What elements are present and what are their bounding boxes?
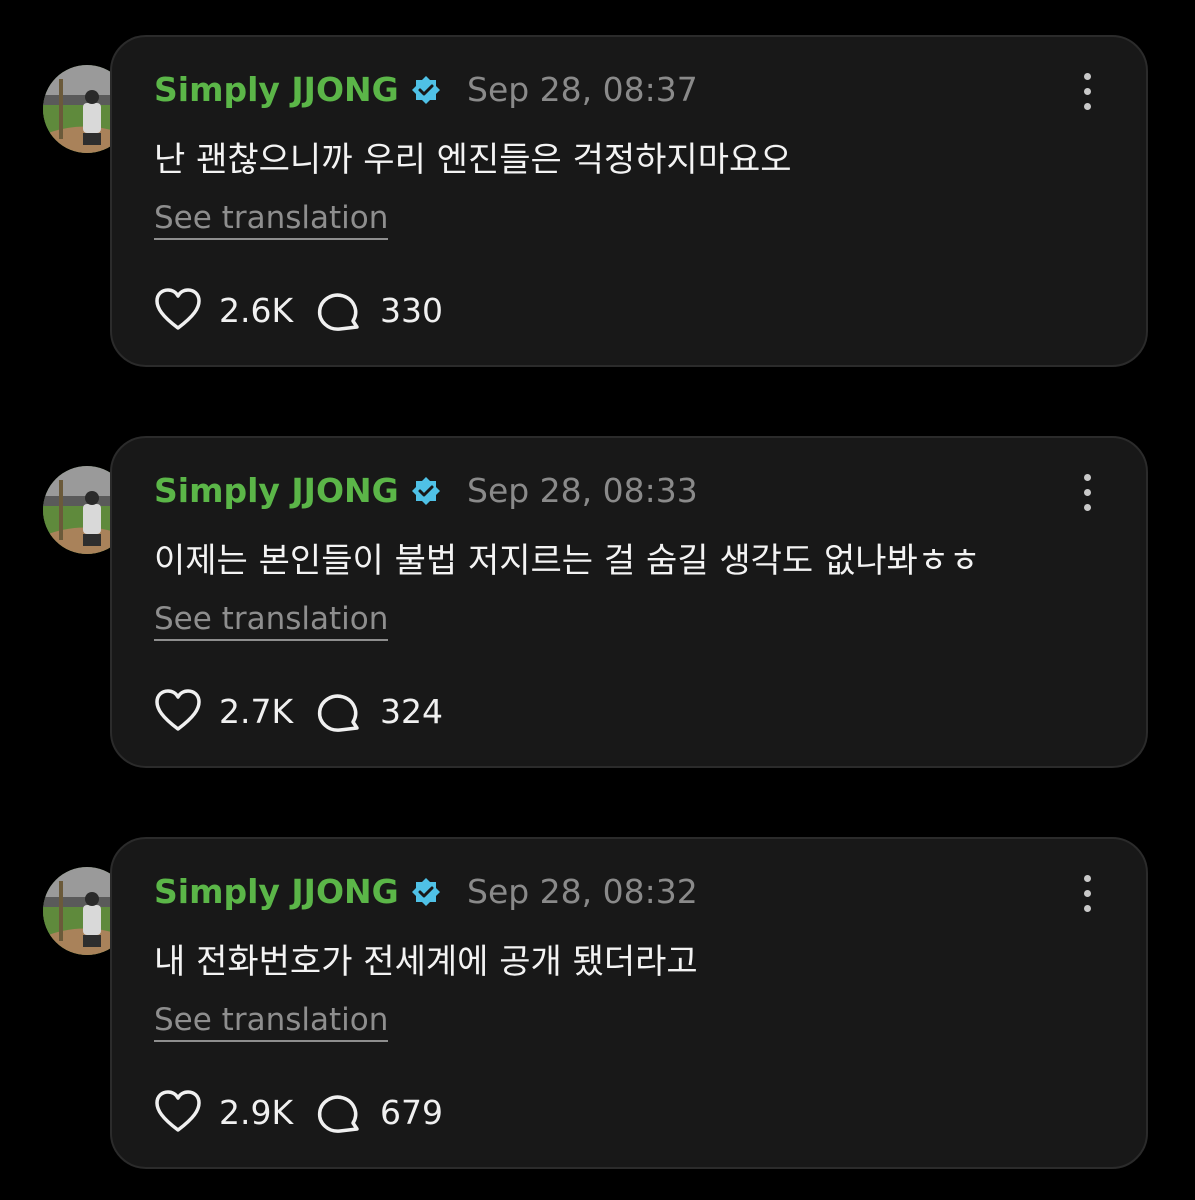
see-translation-link[interactable]: See translation <box>154 1002 389 1042</box>
speech-bubble-icon[interactable] <box>317 1091 363 1137</box>
post-text: 난 괜찮으니까 우리 엔진들은 걱정하지마요오 <box>154 140 792 180</box>
timestamp: Sep 28, 08:37 <box>467 70 698 109</box>
post-card: Simply JJONG Sep 28, 08:33 이제는 본인들이 불법 저… <box>110 436 1148 768</box>
see-translation-link[interactable]: See translation <box>154 601 389 641</box>
timestamp: Sep 28, 08:33 <box>467 471 698 510</box>
author-name[interactable]: Simply JJONG <box>154 70 399 109</box>
verified-badge-icon <box>412 76 440 104</box>
heart-icon[interactable] <box>154 688 202 734</box>
timestamp: Sep 28, 08:32 <box>467 872 698 911</box>
post-text: 내 전화번호가 전세계에 공개 됐더라고 <box>154 942 698 982</box>
reply-count: 679 <box>380 1093 443 1132</box>
see-translation-link[interactable]: See translation <box>154 200 389 240</box>
post: Simply JJONG Sep 28, 08:32 내 전화번호가 전세계에 … <box>0 837 1195 1177</box>
like-count: 2.7K <box>219 692 294 731</box>
author-name[interactable]: Simply JJONG <box>154 471 399 510</box>
more-options-icon[interactable] <box>1074 474 1102 512</box>
verified-badge-icon <box>412 477 440 505</box>
post: Simply JJONG Sep 28, 08:37 난 괜찮으니까 우리 엔진… <box>0 35 1195 375</box>
like-count: 2.9K <box>219 1093 294 1132</box>
post-card: Simply JJONG Sep 28, 08:32 내 전화번호가 전세계에 … <box>110 837 1148 1169</box>
more-options-icon[interactable] <box>1074 73 1102 111</box>
heart-icon[interactable] <box>154 1089 202 1135</box>
reply-count: 324 <box>380 692 443 731</box>
more-options-icon[interactable] <box>1074 875 1102 913</box>
heart-icon[interactable] <box>154 287 202 333</box>
speech-bubble-icon[interactable] <box>317 289 363 335</box>
verified-badge-icon <box>412 878 440 906</box>
post-text: 이제는 본인들이 불법 저지르는 걸 숨길 생각도 없나봐ㅎㅎ <box>154 541 981 581</box>
like-count: 2.6K <box>219 291 294 330</box>
post: Simply JJONG Sep 28, 08:33 이제는 본인들이 불법 저… <box>0 436 1195 776</box>
reply-count: 330 <box>380 291 443 330</box>
post-card: Simply JJONG Sep 28, 08:37 난 괜찮으니까 우리 엔진… <box>110 35 1148 367</box>
speech-bubble-icon[interactable] <box>317 690 363 736</box>
author-name[interactable]: Simply JJONG <box>154 872 399 911</box>
